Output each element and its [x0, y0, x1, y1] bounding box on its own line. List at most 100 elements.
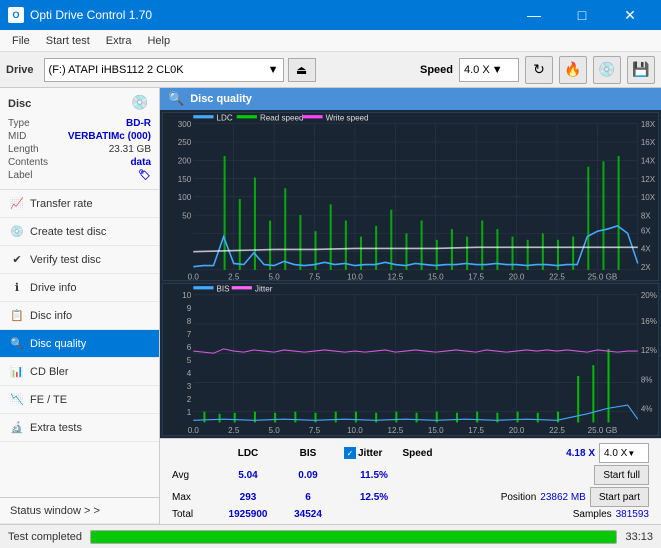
- disc-info-icon: 📋: [10, 309, 24, 323]
- titlebar-controls: — □ ✕: [511, 0, 653, 30]
- sidebar-item-fe-te[interactable]: 📉 FE / TE: [0, 386, 159, 414]
- ldc-chart-svg: 300 250 200 150 100 50 18X 16X 14X 12X 1…: [163, 113, 658, 280]
- sidebar-item-drive-info[interactable]: ℹ Drive info: [0, 274, 159, 302]
- samples-value: 381593: [616, 509, 649, 520]
- disc-button[interactable]: 💿: [593, 56, 621, 84]
- cd-bler-icon: 📊: [10, 365, 24, 379]
- app-icon: O: [8, 7, 24, 23]
- sidebar-item-transfer-rate[interactable]: 📈 Transfer rate: [0, 190, 159, 218]
- type-label: Type: [8, 118, 30, 129]
- svg-text:10X: 10X: [641, 192, 656, 202]
- disc-contents-row: Contents data: [8, 157, 151, 168]
- avg-bis: 0.09: [282, 470, 334, 481]
- svg-text:20.0: 20.0: [509, 271, 525, 279]
- sidebar-item-verify-test-disc[interactable]: ✔ Verify test disc: [0, 246, 159, 274]
- speed-stats-header: Speed: [402, 448, 432, 459]
- max-jitter: 12.5%: [344, 492, 404, 503]
- menu-extra[interactable]: Extra: [98, 33, 140, 49]
- minimize-button[interactable]: —: [511, 0, 557, 30]
- save-button[interactable]: 💾: [627, 56, 655, 84]
- disc-header: Disc 💿: [8, 94, 151, 114]
- menu-help[interactable]: Help: [139, 33, 178, 49]
- svg-text:150: 150: [178, 174, 192, 184]
- menu-start-test[interactable]: Start test: [38, 33, 98, 49]
- sidebar-item-cd-bler[interactable]: 📊 CD Bler: [0, 358, 159, 386]
- stats-ldc-header: LDC: [214, 448, 282, 459]
- avg-speed-value: 4.18 X: [566, 448, 595, 459]
- bis-chart-svg: 10 9 8 7 6 5 4 3 2 1 20% 16%: [163, 284, 658, 435]
- refresh-button[interactable]: ↻: [525, 56, 553, 84]
- sidebar: Disc 💿 Type BD-R MID VERBATIMc (000) Len…: [0, 88, 160, 524]
- avg-ldc: 5.04: [214, 470, 282, 481]
- stats-area: LDC BIS ✓ Jitter Speed 4.18 X 4.0 X▼: [160, 438, 661, 524]
- fe-te-label: FE / TE: [30, 394, 67, 406]
- disc-title: Disc: [8, 98, 31, 110]
- status-window-label: Status window > >: [10, 505, 100, 517]
- svg-text:Read speed: Read speed: [260, 113, 304, 123]
- toolbar: Drive (F:) ATAPI iHBS112 2 CL0K ▼ ⏏ Spee…: [0, 52, 661, 88]
- max-row: Max 293 6 12.5% Position 23862 MB Start …: [168, 487, 653, 507]
- titlebar: O Opti Drive Control 1.70 — □ ✕: [0, 0, 661, 30]
- jitter-checkbox[interactable]: ✓: [344, 447, 356, 459]
- svg-text:10: 10: [182, 289, 191, 299]
- disc-quality-label: Disc quality: [30, 338, 86, 350]
- menu-file[interactable]: File: [4, 33, 38, 49]
- svg-text:250: 250: [178, 137, 192, 147]
- svg-text:25.0 GB: 25.0 GB: [588, 271, 618, 279]
- transfer-rate-label: Transfer rate: [30, 198, 93, 210]
- type-value: BD-R: [126, 118, 151, 129]
- svg-text:12%: 12%: [641, 345, 658, 355]
- eject-button[interactable]: ⏏: [288, 58, 316, 82]
- max-label: Max: [172, 492, 214, 503]
- cd-bler-label: CD Bler: [30, 366, 69, 378]
- burn-button[interactable]: 🔥: [559, 56, 587, 84]
- speed-stats-dropdown[interactable]: 4.0 X▼: [599, 443, 649, 463]
- start-part-button[interactable]: Start part: [590, 487, 649, 507]
- avg-label: Avg: [172, 470, 214, 481]
- sidebar-item-disc-quality[interactable]: 🔍 Disc quality: [0, 330, 159, 358]
- svg-text:2: 2: [187, 393, 192, 403]
- sidebar-item-disc-info[interactable]: 📋 Disc info: [0, 302, 159, 330]
- disc-mid-row: MID VERBATIMc (000): [8, 131, 151, 142]
- svg-text:2.5: 2.5: [228, 271, 240, 279]
- speed-dropdown[interactable]: 4.0 X ▼: [459, 58, 519, 82]
- svg-text:2.5: 2.5: [228, 425, 240, 435]
- svg-text:BIS: BIS: [217, 284, 230, 294]
- content-area: 🔍 Disc quality: [160, 88, 661, 524]
- length-value: 23.31 GB: [109, 144, 151, 155]
- ldc-chart: 300 250 200 150 100 50 18X 16X 14X 12X 1…: [162, 112, 659, 281]
- svg-text:7: 7: [187, 328, 192, 338]
- verify-test-disc-icon: ✔: [10, 253, 24, 267]
- status-window-button[interactable]: Status window > >: [0, 498, 159, 524]
- contents-label: Contents: [8, 157, 48, 168]
- mid-label: MID: [8, 131, 26, 142]
- disc-label-row: Label 🏷: [8, 170, 151, 181]
- svg-text:8: 8: [187, 315, 192, 325]
- svg-text:LDC: LDC: [217, 113, 233, 123]
- svg-text:20%: 20%: [641, 289, 658, 299]
- close-button[interactable]: ✕: [607, 0, 653, 30]
- menubar: File Start test Extra Help: [0, 30, 661, 52]
- jitter-check-area: ✓ Jitter: [344, 447, 382, 459]
- svg-text:17.5: 17.5: [468, 271, 484, 279]
- svg-text:18X: 18X: [641, 119, 656, 129]
- sidebar-item-extra-tests[interactable]: 🔬 Extra tests: [0, 414, 159, 442]
- avg-row: Avg 5.04 0.09 11.5% Start full: [168, 465, 653, 485]
- status-text: Test completed: [8, 531, 82, 543]
- sidebar-item-create-test-disc[interactable]: 💿 Create test disc: [0, 218, 159, 246]
- transfer-rate-icon: 📈: [10, 197, 24, 211]
- svg-text:25.0 GB: 25.0 GB: [588, 425, 618, 435]
- svg-text:100: 100: [178, 192, 192, 202]
- svg-text:14X: 14X: [641, 155, 656, 165]
- titlebar-left: O Opti Drive Control 1.70: [8, 7, 152, 23]
- svg-text:22.5: 22.5: [549, 425, 565, 435]
- drive-dropdown[interactable]: (F:) ATAPI iHBS112 2 CL0K ▼: [44, 58, 284, 82]
- maximize-button[interactable]: □: [559, 0, 605, 30]
- start-full-button[interactable]: Start full: [594, 465, 649, 485]
- svg-text:17.5: 17.5: [468, 425, 484, 435]
- drive-info-icon: ℹ: [10, 281, 24, 295]
- avg-jitter: 11.5%: [344, 470, 404, 481]
- svg-text:8X: 8X: [641, 210, 651, 220]
- svg-text:20.0: 20.0: [509, 425, 525, 435]
- svg-text:10.0: 10.0: [347, 271, 363, 279]
